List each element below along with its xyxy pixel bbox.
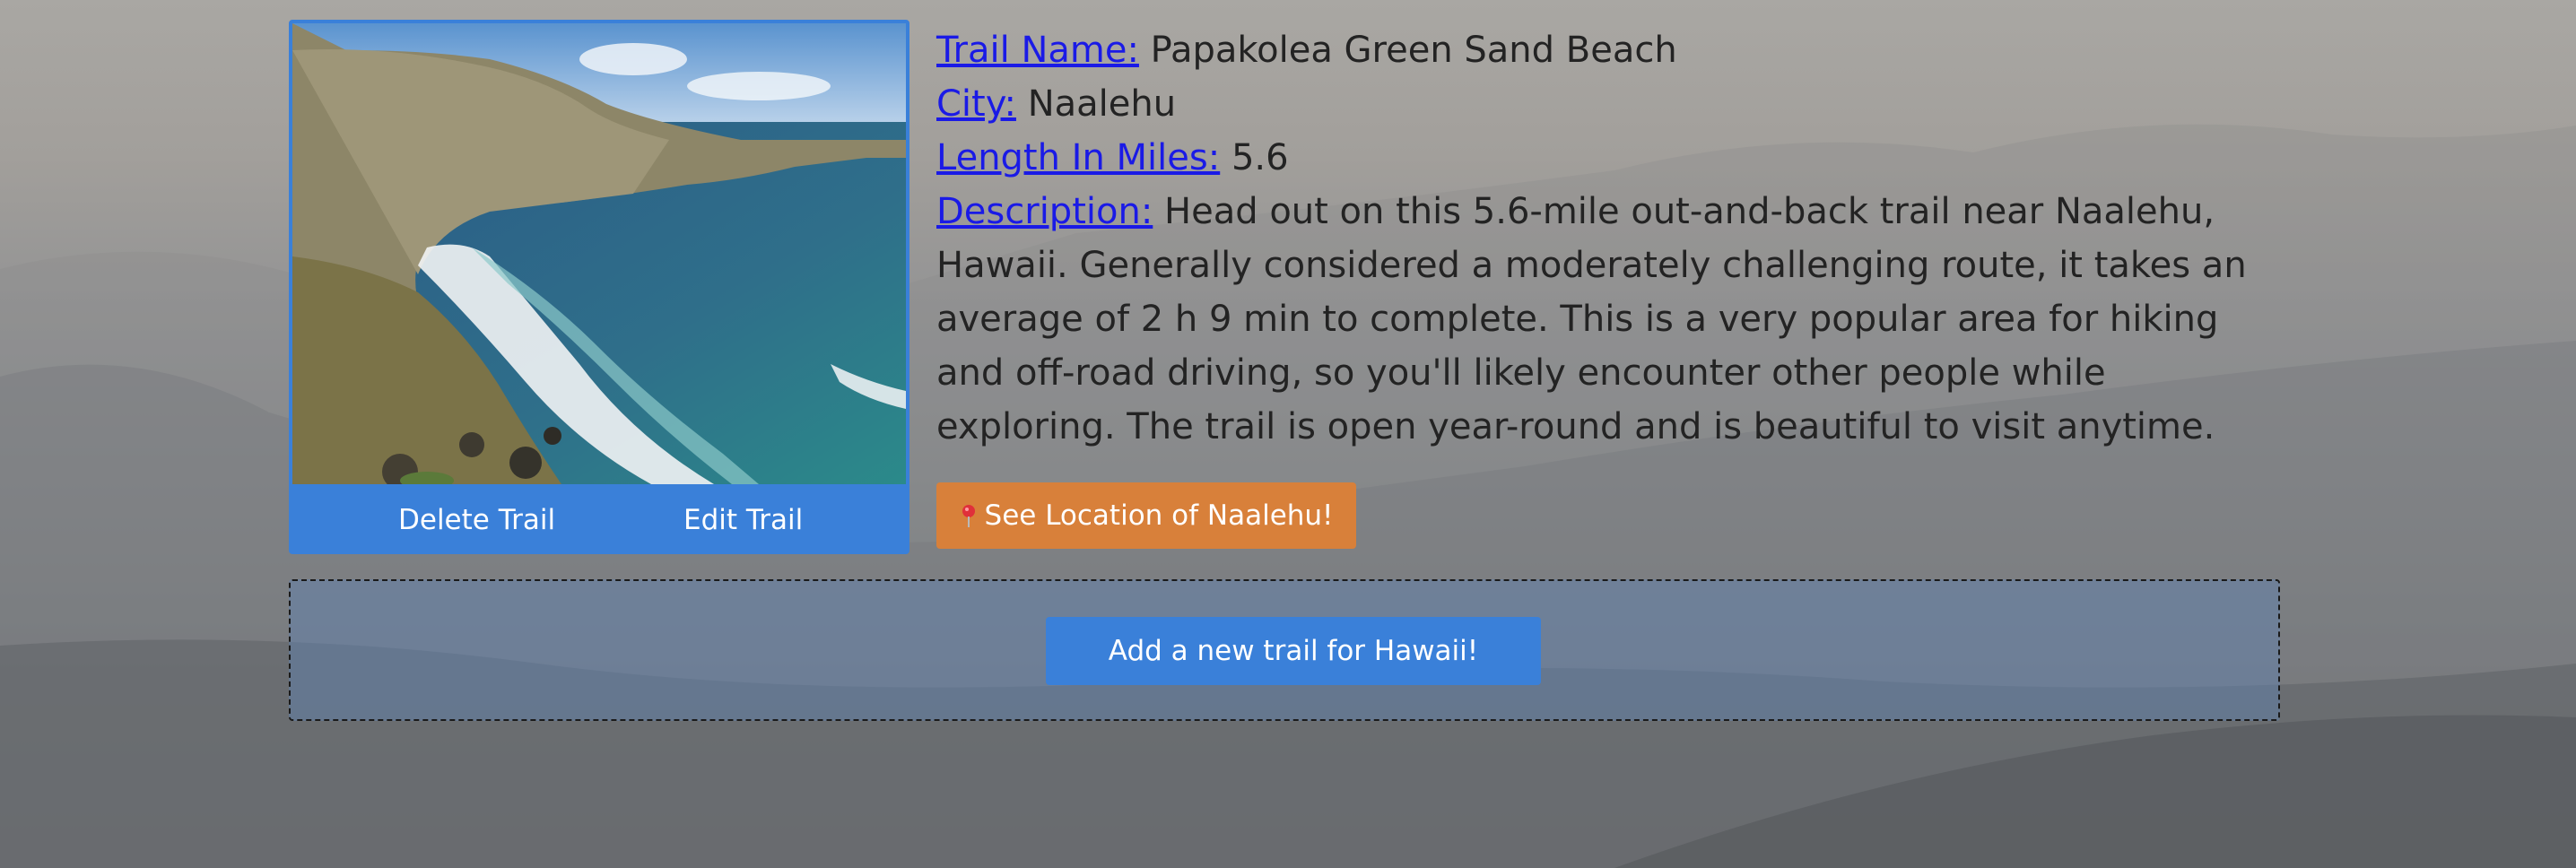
length-label[interactable]: Length In Miles: xyxy=(936,137,1220,178)
description-row: Description: Head out on this 5.6-mile o… xyxy=(936,185,2282,454)
city-value: Naalehu xyxy=(1027,83,1177,125)
map-pin-icon xyxy=(962,505,975,527)
trail-name-value: Papakolea Green Sand Beach xyxy=(1150,30,1677,71)
trail-name-row: Trail Name: Papakolea Green Sand Beach xyxy=(936,23,2282,77)
trail-photo xyxy=(292,23,906,484)
add-trail-button[interactable]: Add a new trail for Hawaii! xyxy=(1046,617,1541,685)
city-row: City: Naalehu xyxy=(936,77,2282,131)
trail-card: Delete Trail Edit Trail xyxy=(289,20,909,554)
trail-name-label[interactable]: Trail Name: xyxy=(936,30,1139,71)
delete-trail-button[interactable]: Delete Trail xyxy=(398,504,555,536)
edit-trail-button[interactable]: Edit Trail xyxy=(683,504,803,536)
city-label[interactable]: City: xyxy=(936,83,1016,125)
length-value: 5.6 xyxy=(1231,137,1289,178)
card-actions: Delete Trail Edit Trail xyxy=(291,486,908,552)
add-trail-section: Add a new trail for Hawaii! xyxy=(289,579,2280,721)
description-label[interactable]: Description: xyxy=(936,191,1153,232)
length-row: Length In Miles: 5.6 xyxy=(936,131,2282,185)
see-location-label: See Location of Naalehu! xyxy=(984,499,1334,532)
see-location-button[interactable]: See Location of Naalehu! xyxy=(936,482,1356,549)
trail-details: Trail Name: Papakolea Green Sand Beach C… xyxy=(936,23,2282,454)
